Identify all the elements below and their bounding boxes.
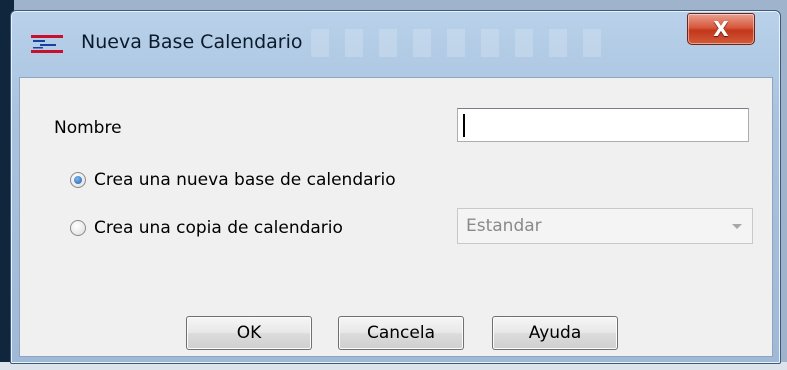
dialog-window: Nueva Base Calendario X Nombre Crea una … xyxy=(10,10,781,364)
calendar-select[interactable]: Estandar xyxy=(457,208,753,244)
radio-copy-calendar[interactable] xyxy=(70,220,86,236)
ok-button[interactable]: OK xyxy=(186,316,312,350)
dialog-content: Nombre Crea una nueva base de calendario… xyxy=(19,77,773,357)
name-input[interactable] xyxy=(457,108,749,142)
option-copy-calendar-radio-row[interactable]: Crea una copia de calendario xyxy=(70,218,343,238)
background-window-shadow xyxy=(311,29,611,57)
close-button[interactable]: X xyxy=(687,13,755,45)
chevron-down-icon xyxy=(732,224,742,229)
calendar-app-icon xyxy=(31,35,63,53)
radio-new-base-label: Crea una nueva base de calendario xyxy=(94,170,396,190)
text-caret xyxy=(463,114,465,137)
title-bar[interactable]: Nueva Base Calendario X xyxy=(11,11,780,73)
option-new-base-radio-row[interactable]: Crea una nueva base de calendario xyxy=(70,170,396,190)
help-button[interactable]: Ayuda xyxy=(492,316,618,350)
radio-copy-calendar-label: Crea una copia de calendario xyxy=(94,218,343,238)
cancel-button[interactable]: Cancela xyxy=(338,316,464,350)
name-label: Nombre xyxy=(54,118,122,138)
radio-new-base[interactable] xyxy=(70,172,86,188)
calendar-select-value: Estandar xyxy=(466,216,542,236)
dialog-title: Nueva Base Calendario xyxy=(81,31,303,53)
close-icon: X xyxy=(713,17,729,41)
